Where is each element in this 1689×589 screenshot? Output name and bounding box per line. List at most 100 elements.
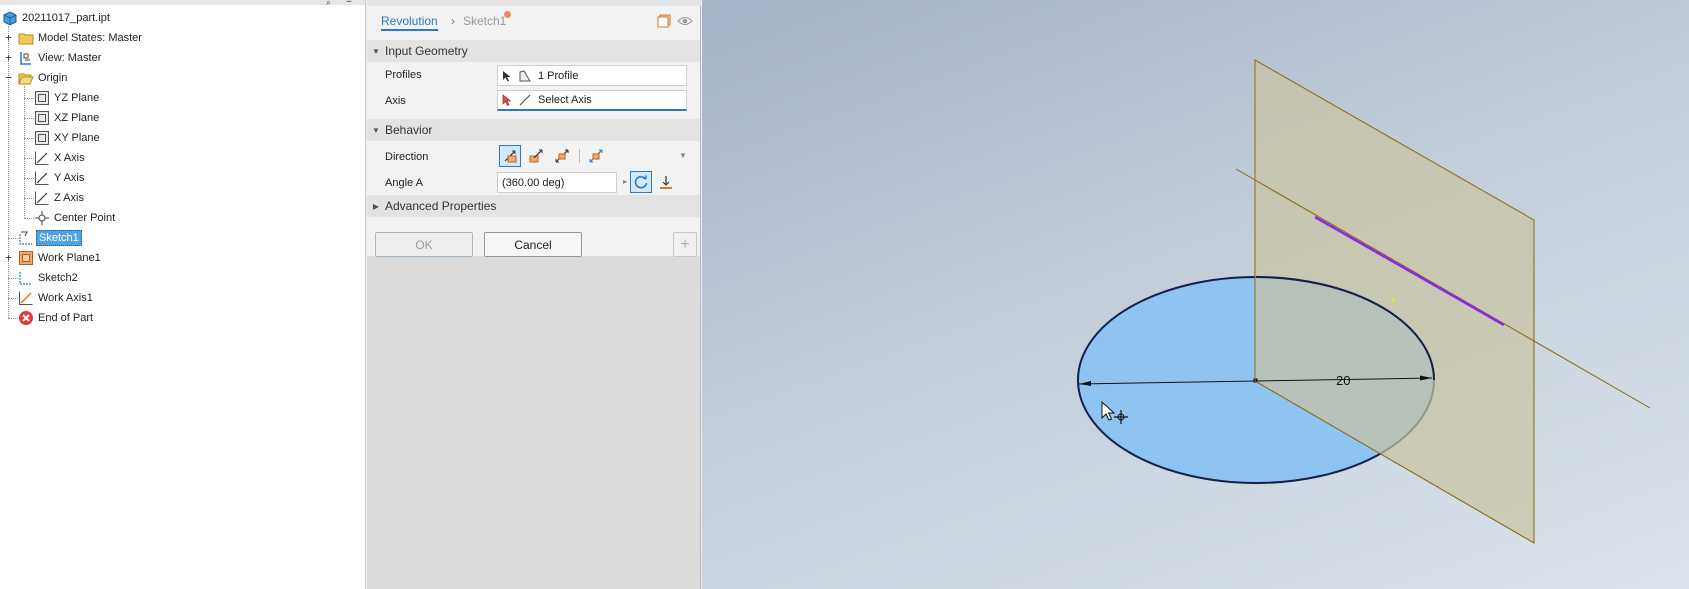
tree-item-xz-plane[interactable]: XZ Plane (34, 109, 101, 127)
dimension-value[interactable]: 20 (1336, 373, 1350, 388)
terminate-to-button[interactable] (655, 171, 677, 193)
tree-item-work-axis1[interactable]: Work Axis1 (18, 289, 95, 307)
tree-item-y-axis[interactable]: Y Axis (34, 169, 86, 187)
tree-item-label: X Axis (54, 152, 85, 164)
breadcrumb-separator: › (451, 14, 455, 28)
tree-item-label: Sketch1 (36, 230, 82, 246)
add-button[interactable]: + (673, 232, 697, 257)
section-title: Behavior (385, 123, 433, 137)
expand-icon[interactable]: + (4, 32, 13, 43)
tree-item-label: Sketch2 (38, 272, 78, 284)
viewport-canvas: 20 (1077, 59, 1651, 544)
folder-icon (18, 30, 34, 46)
tree-item-origin[interactable]: Origin (18, 69, 69, 87)
section-behavior[interactable]: ▼ Behavior (367, 119, 700, 141)
tree-item-xy-plane[interactable]: XY Plane (34, 129, 102, 147)
axis-selector[interactable]: Select Axis (497, 90, 687, 111)
graphics-viewport[interactable]: 20 (702, 0, 1689, 589)
collapse-icon[interactable]: − (4, 72, 13, 83)
plane-icon (34, 110, 50, 126)
panel-tab-bar: Revolution › Sketch1 (367, 6, 700, 38)
open-folder-icon (18, 70, 34, 86)
profile-shape-icon (516, 69, 534, 82)
angle-a-input[interactable]: (360.00 deg) (497, 172, 617, 193)
tree-item-work-plane1[interactable]: Work Plane1 (18, 249, 103, 267)
axis-icon (34, 170, 50, 186)
angle-a-label: Angle A (385, 177, 423, 189)
direction-dropdown-icon[interactable]: ▼ (679, 151, 687, 160)
profiles-selector[interactable]: 1 Profile (497, 65, 687, 86)
work-plane-icon (18, 250, 34, 266)
tree-item-sketch2[interactable]: Sketch2 (18, 269, 80, 287)
angle-menu-arrow-icon[interactable]: ▸ (623, 177, 627, 186)
angle-a-value: (360.00 deg) (502, 176, 565, 189)
axis-line-icon (516, 94, 534, 106)
tree-item-yz-plane[interactable]: YZ Plane (34, 89, 101, 107)
panel-options-icon[interactable] (656, 13, 672, 29)
browser-header-strip: ⌕ ≡ (0, 0, 365, 8)
tab-revolution[interactable]: Revolution (381, 14, 438, 31)
tree-item-label: Z Axis (54, 192, 84, 204)
tree-item-center-point[interactable]: Center Point (34, 209, 117, 227)
tree-item-label: End of Part (38, 312, 94, 324)
direction-asymmetric-button[interactable] (585, 145, 607, 167)
tree-item-end-of-part[interactable]: End of Part (18, 309, 95, 327)
tree-item-label: 20211017_part.ipt (22, 12, 110, 24)
section-title: Advanced Properties (385, 199, 497, 213)
full-revolution-button[interactable] (630, 171, 652, 193)
sketch-point[interactable] (1391, 298, 1395, 302)
status-badge (504, 11, 511, 18)
select-arrow-icon (498, 70, 516, 82)
plane-icon (34, 90, 50, 106)
model-browser: ⌕ ≡ 20211017_part.ipt + Model States: Ma… (0, 0, 366, 589)
part-icon (2, 10, 18, 26)
collapse-triangle-icon: ▼ (372, 125, 380, 135)
ok-button[interactable]: OK (375, 232, 473, 257)
eye-icon[interactable] (677, 13, 693, 29)
search-icon[interactable]: ⌕ (326, 0, 331, 8)
section-advanced-properties[interactable]: ▶ Advanced Properties (367, 195, 700, 217)
view-rep-icon (18, 50, 34, 66)
expand-icon[interactable]: + (4, 52, 13, 63)
tree-item-sketch1[interactable]: Sketch1 (18, 229, 82, 247)
profiles-value: 1 Profile (538, 69, 579, 82)
select-arrow-icon (498, 94, 516, 106)
toolbar-divider (579, 149, 580, 163)
cancel-button[interactable]: Cancel (484, 232, 582, 257)
tree-item-label: XZ Plane (54, 112, 100, 124)
sketch-icon (18, 230, 34, 246)
tree-item-view[interactable]: View: Master (18, 49, 103, 67)
menu-icon[interactable]: ≡ (346, 0, 352, 6)
sketch-icon (18, 270, 34, 286)
axis-icon (34, 150, 50, 166)
direction-default-button[interactable] (499, 145, 521, 167)
tree-item-model-states[interactable]: Model States: Master (18, 29, 144, 47)
direction-symmetric-button[interactable] (551, 145, 573, 167)
end-of-part-icon (18, 310, 34, 326)
axis-icon (34, 190, 50, 206)
section-input-geometry[interactable]: ▼ Input Geometry (367, 40, 700, 62)
breadcrumb-sketch[interactable]: Sketch1 (463, 14, 506, 28)
expand-triangle-icon: ▶ (372, 201, 380, 211)
collapse-triangle-icon: ▼ (372, 46, 380, 56)
work-axis-icon (18, 290, 34, 306)
tree-item-label: Center Point (54, 212, 116, 224)
revolve-property-panel: Revolution › Sketch1 ▼ Input Geometry Pr… (367, 0, 701, 589)
section-title: Input Geometry (385, 44, 468, 58)
expand-icon[interactable]: + (4, 252, 13, 263)
plane-icon (34, 130, 50, 146)
tree-item-label: View: Master (38, 52, 102, 64)
direction-flipped-button[interactable] (525, 145, 547, 167)
tree-item-x-axis[interactable]: X Axis (34, 149, 87, 167)
tree-item-z-axis[interactable]: Z Axis (34, 189, 86, 207)
tree-item-part-file[interactable]: 20211017_part.ipt (2, 9, 112, 27)
tree-item-label: Origin (38, 72, 68, 84)
tree-item-label: XY Plane (54, 132, 100, 144)
axis-label: Axis (385, 95, 406, 107)
tree-item-label: Work Axis1 (38, 292, 93, 304)
tree-item-label: Model States: Master (38, 32, 142, 44)
direction-label: Direction (385, 151, 429, 163)
tree-item-label: YZ Plane (54, 92, 100, 104)
axis-value: Select Axis (538, 94, 592, 106)
tree-item-label: Y Axis (54, 172, 85, 184)
